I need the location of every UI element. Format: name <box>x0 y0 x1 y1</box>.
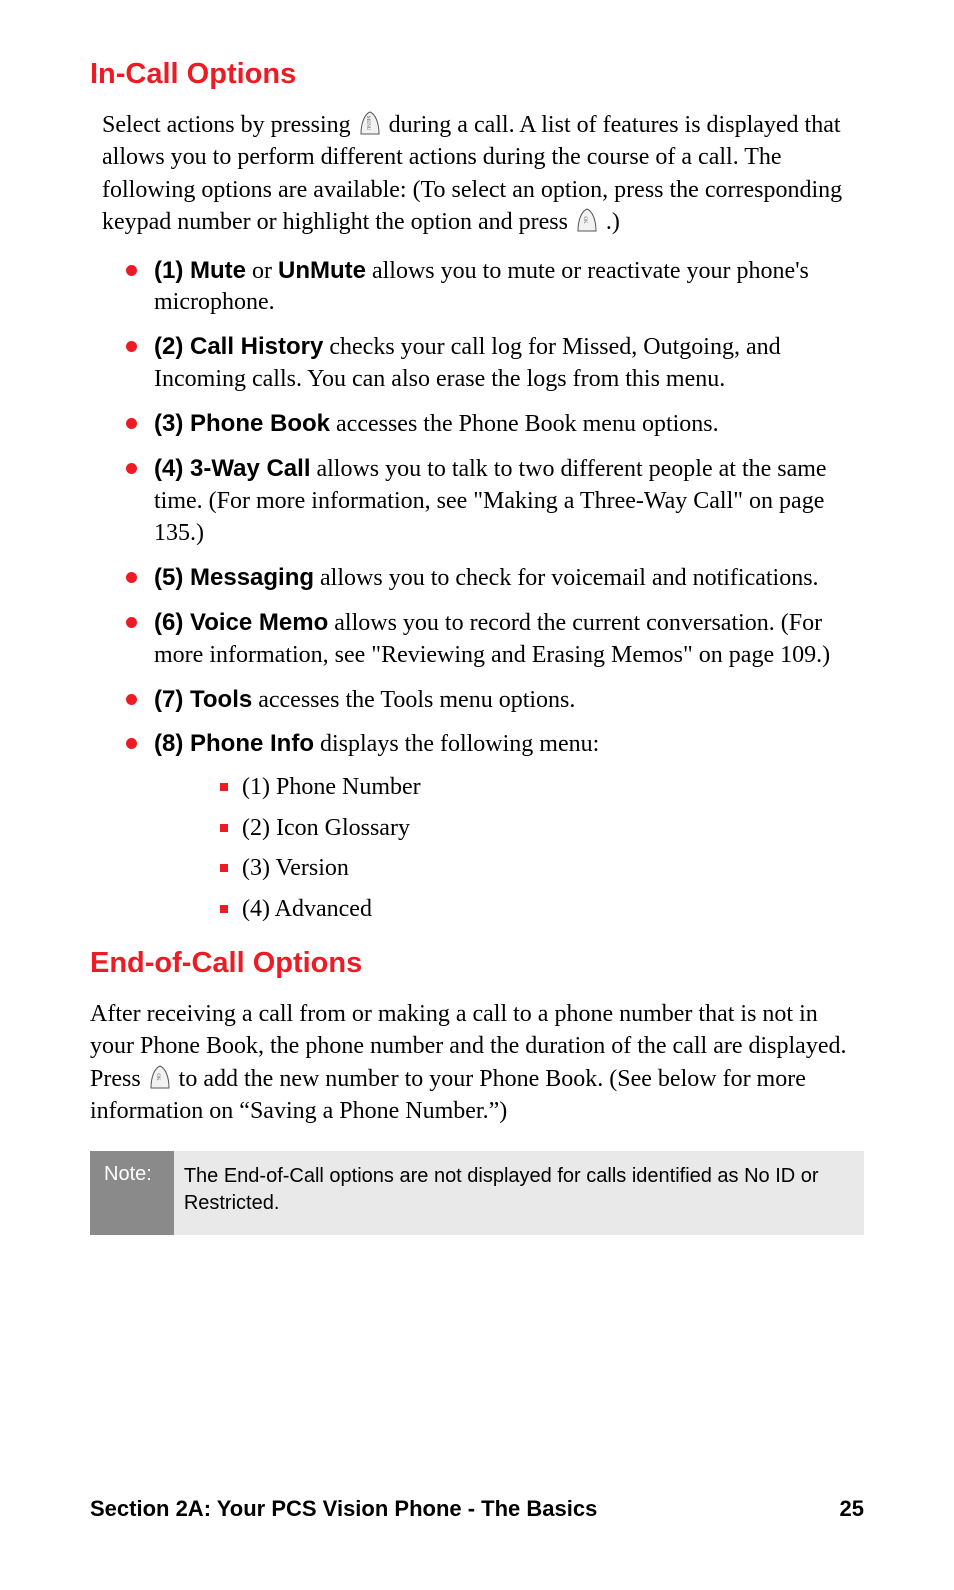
svg-text:OK: OK <box>155 1073 160 1081</box>
list-item: (3) Phone Book accesses the Phone Book m… <box>134 408 864 441</box>
list-item: (4) Advanced <box>220 893 864 925</box>
ok-key-icon: OK <box>574 207 600 233</box>
note-text: The End-of-Call options are not displaye… <box>174 1151 864 1235</box>
list-item: (3) Version <box>220 852 864 884</box>
opt-title: (5) Messaging <box>154 564 314 591</box>
opt-desc: allows you to check for voicemail and no… <box>314 565 819 591</box>
list-item: (5) Messaging allows you to check for vo… <box>134 562 864 595</box>
page: In-Call Options Select actions by pressi… <box>0 0 954 1590</box>
list-item: (7) Tools accesses the Tools menu option… <box>134 684 864 717</box>
footer-page-number: 25 <box>840 1496 864 1522</box>
list-item: (1) Mute or UnMute allows you to mute or… <box>134 255 864 320</box>
opt-title: (6) Voice Memo <box>154 609 328 636</box>
opt-title: (7) Tools <box>154 686 252 713</box>
ok-key-icon: OK <box>147 1064 173 1090</box>
opt-title: (1) Mute <box>154 257 246 284</box>
eoc-seg2: to add the new number to your Phone Book… <box>90 1066 806 1124</box>
svg-text:OK: OK <box>582 217 587 225</box>
intro-seg3: .) <box>606 209 620 235</box>
note-box: Note: The End-of-Call options are not di… <box>90 1151 864 1235</box>
opt-title-2: UnMute <box>278 257 366 284</box>
opt-or: or <box>246 258 278 284</box>
list-item: (1) Phone Number <box>220 771 864 803</box>
heading-end-of-call-options: End-of-Call Options <box>90 947 864 980</box>
menu-key-icon: MENU <box>357 110 383 136</box>
phone-info-sublist: (1) Phone Number (2) Icon Glossary (3) V… <box>154 771 864 925</box>
opt-desc: accesses the Phone Book menu options. <box>330 411 719 437</box>
list-item: (4) 3-Way Call allows you to talk to two… <box>134 453 864 550</box>
footer-section: Section 2A: Your PCS Vision Phone - The … <box>90 1496 597 1522</box>
opt-title: (3) Phone Book <box>154 410 330 437</box>
opt-desc: accesses the Tools menu options. <box>252 687 575 713</box>
list-item: (6) Voice Memo allows you to record the … <box>134 607 864 672</box>
end-of-call-paragraph: After receiving a call from or making a … <box>90 998 864 1128</box>
opt-title: (2) Call History <box>154 333 323 360</box>
list-item: (8) Phone Info displays the following me… <box>134 728 864 924</box>
list-item: (2) Icon Glossary <box>220 812 864 844</box>
intro-paragraph: Select actions by pressing MENU during a… <box>102 109 864 239</box>
opt-title: (8) Phone Info <box>154 730 314 757</box>
opt-title: (4) 3-Way Call <box>154 455 310 482</box>
note-label: Note: <box>90 1151 174 1235</box>
heading-in-call-options: In-Call Options <box>90 58 864 91</box>
page-footer: Section 2A: Your PCS Vision Phone - The … <box>90 1496 864 1522</box>
intro-seg1: Select actions by pressing <box>102 112 357 138</box>
option-list: (1) Mute or UnMute allows you to mute or… <box>90 255 864 925</box>
opt-desc: displays the following menu: <box>314 731 599 757</box>
svg-text:MENU: MENU <box>365 116 370 131</box>
list-item: (2) Call History checks your call log fo… <box>134 331 864 396</box>
